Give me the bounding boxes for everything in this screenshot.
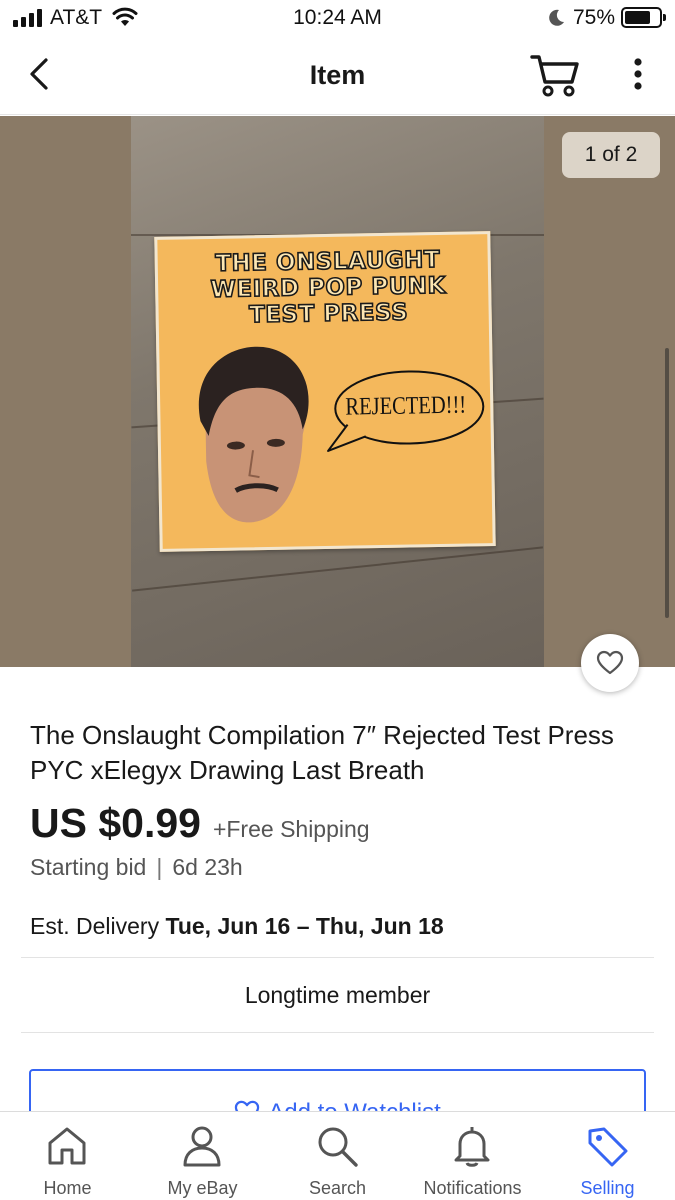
price-row: US $0.99 +Free Shipping bbox=[30, 800, 370, 847]
tag-icon bbox=[588, 1127, 628, 1167]
heart-icon bbox=[596, 650, 624, 675]
time-left: 6d 23h bbox=[172, 854, 243, 880]
tab-notifications[interactable]: Notifications bbox=[405, 1112, 540, 1200]
tab-selling[interactable]: Selling bbox=[540, 1112, 675, 1200]
tab-selling-label: Selling bbox=[580, 1178, 635, 1198]
item-title: The Onslaught Compilation 7″ Rejected Te… bbox=[30, 720, 614, 785]
shipping-cost: +Free Shipping bbox=[212, 816, 370, 842]
bid-info: Starting bid | 6d 23h bbox=[30, 854, 243, 881]
tab-notifications-label: Notifications bbox=[423, 1178, 522, 1198]
bid-separator: | bbox=[156, 854, 163, 880]
sleeve-title: THE ONSLAUGHT WEIRD POP PUNK TEST PRESS bbox=[210, 246, 447, 329]
tab-my-ebay-label: My eBay bbox=[167, 1178, 238, 1198]
cart-icon[interactable] bbox=[528, 52, 580, 98]
more-vertical-icon[interactable] bbox=[624, 54, 652, 94]
record-sleeve: THE ONSLAUGHT WEIRD POP PUNK TEST PRESS … bbox=[154, 231, 496, 552]
watch-heart-button[interactable] bbox=[581, 634, 639, 692]
moon-icon bbox=[549, 9, 564, 26]
bell-icon bbox=[454, 1127, 490, 1167]
tab-bar: Home My eBay Search Notifications Sellin… bbox=[0, 1111, 675, 1200]
tab-search-label: Search bbox=[308, 1178, 367, 1198]
face-picture bbox=[198, 346, 309, 523]
nav-bar: Item bbox=[0, 38, 675, 115]
tab-home[interactable]: Home bbox=[0, 1112, 135, 1200]
bid-type: Starting bid bbox=[30, 854, 147, 880]
status-bar: AT&T 10:24 AM 75% bbox=[0, 0, 675, 38]
estimated-delivery: Est. Delivery Tue, Jun 16 – Thu, Jun 18 bbox=[30, 913, 444, 940]
image-counter: 1 of 2 bbox=[562, 132, 660, 178]
item-price: US $0.99 bbox=[30, 800, 201, 846]
search-icon bbox=[318, 1127, 358, 1167]
delivery-dates: Tue, Jun 16 – Thu, Jun 18 bbox=[165, 913, 444, 939]
speech-bubble-text: REJECTED!!! bbox=[345, 391, 467, 421]
person-icon bbox=[183, 1126, 221, 1167]
battery-percentage: 75% bbox=[573, 6, 616, 29]
seller-badge: Longtime member bbox=[244, 982, 431, 1008]
divider bbox=[21, 957, 654, 958]
divider bbox=[21, 1032, 654, 1033]
battery-icon bbox=[621, 7, 666, 28]
delivery-label: Est. Delivery bbox=[30, 913, 160, 939]
tab-my-ebay[interactable]: My eBay bbox=[135, 1112, 270, 1200]
tab-home-label: Home bbox=[43, 1178, 92, 1198]
item-photo[interactable]: THE ONSLAUGHT WEIRD POP PUNK TEST PRESS … bbox=[131, 116, 544, 667]
tab-search[interactable]: Search bbox=[270, 1112, 405, 1200]
scroll-indicator bbox=[665, 348, 669, 618]
image-carousel[interactable]: THE ONSLAUGHT WEIRD POP PUNK TEST PRESS … bbox=[0, 116, 675, 667]
home-icon bbox=[48, 1127, 86, 1165]
